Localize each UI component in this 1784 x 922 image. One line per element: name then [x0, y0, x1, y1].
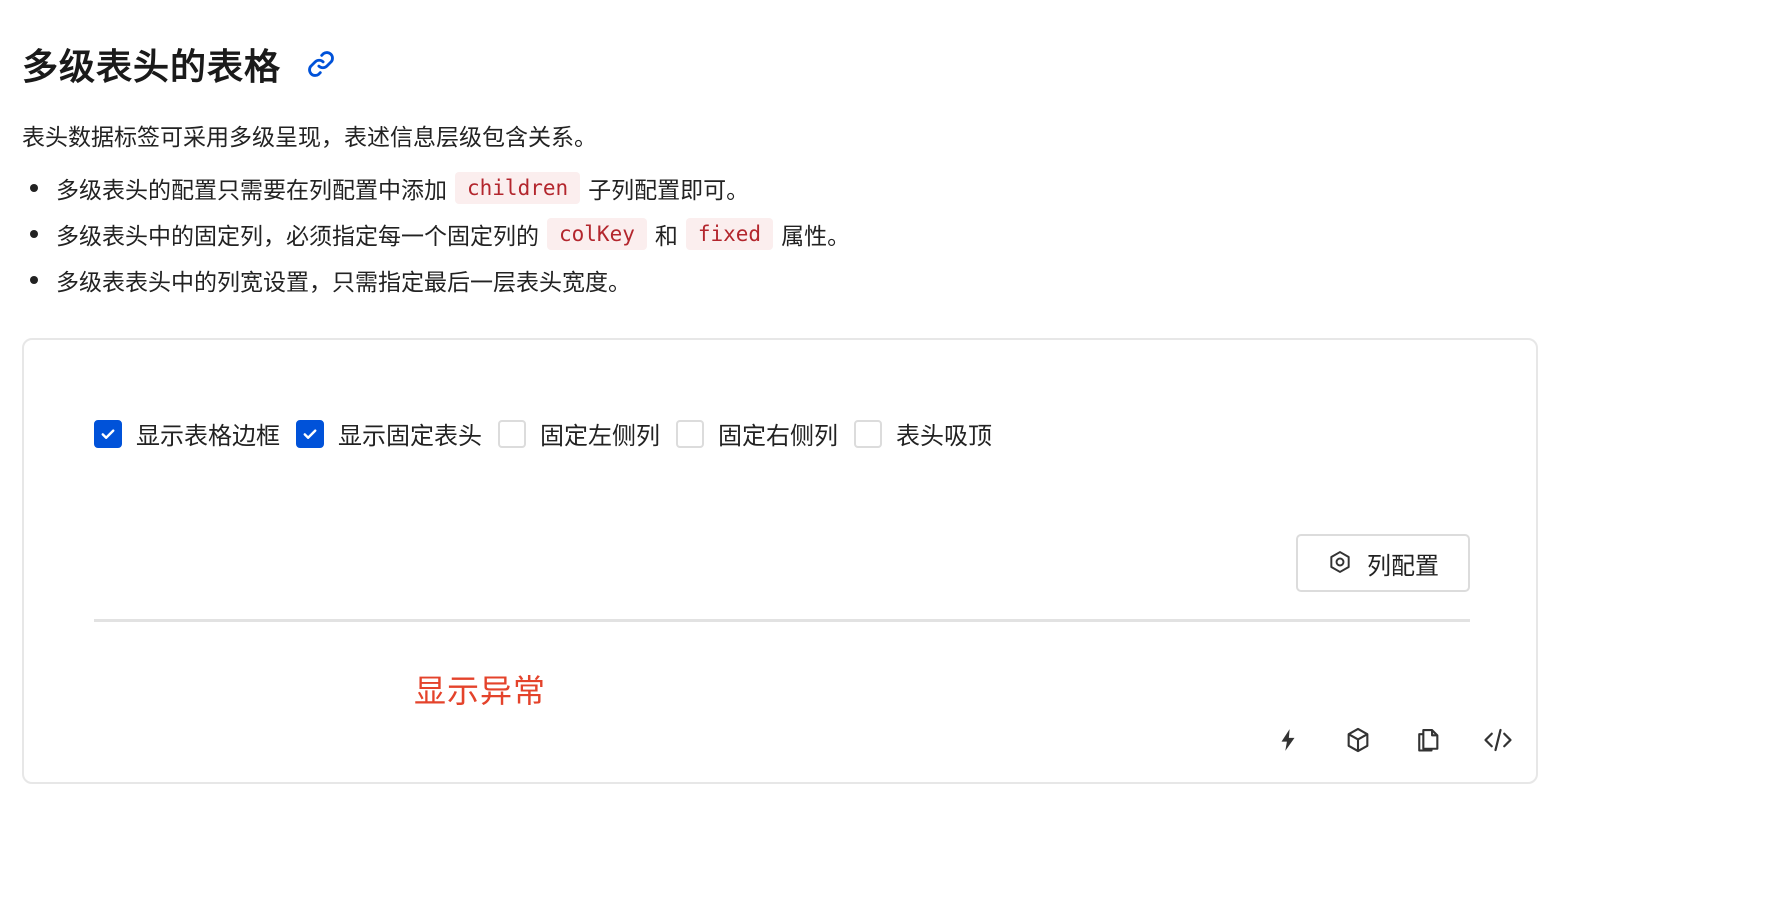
code-fixed: fixed: [685, 218, 774, 250]
bullet-dot: [30, 184, 38, 192]
bullet-text: 多级表表头中的列宽设置，只需指定最后一层表头宽度。: [56, 270, 631, 296]
checkbox-checked[interactable]: [296, 419, 324, 448]
title-row: 多级表头的表格: [22, 38, 341, 90]
bullet-text: 多级表头中的固定列，必须指定每一个固定列的: [56, 224, 539, 250]
checkbox-checked[interactable]: [94, 419, 122, 448]
list-item: 多级表头中的固定列，必须指定每一个固定列的 colKey 和 fixed 属性。: [22, 211, 850, 257]
list-item: 多级表表头中的列宽设置，只需指定最后一层表头宽度。: [22, 257, 850, 303]
description: 表头数据标签可采用多级呈现，表述信息层级包含关系。: [22, 125, 597, 151]
checkbox-unchecked[interactable]: [854, 419, 882, 448]
error-message: 显示异常: [414, 672, 547, 710]
link-icon[interactable]: [301, 44, 341, 84]
cube-icon[interactable]: [1340, 722, 1376, 758]
bullet-text: 属性。: [781, 224, 851, 250]
option-label: 固定左侧列: [540, 422, 660, 450]
checkbox-unchecked[interactable]: [498, 419, 526, 448]
bullet-text: 多级表头的配置只需要在列配置中添加: [56, 178, 447, 204]
feature-list: 多级表头的配置只需要在列配置中添加 children 子列配置即可。 多级表头中…: [22, 165, 850, 303]
table-divider: [94, 619, 1470, 622]
option-fixed-left-column[interactable]: 固定左侧列: [498, 416, 660, 451]
page-title: 多级表头的表格: [22, 47, 282, 88]
column-config-label: 列配置: [1367, 552, 1439, 580]
checkbox-unchecked[interactable]: [676, 419, 704, 448]
option-fixed-right-column[interactable]: 固定右侧列: [676, 416, 838, 451]
lightning-icon[interactable]: [1270, 722, 1306, 758]
bullet-dot: [30, 276, 38, 284]
list-item: 多级表头的配置只需要在列配置中添加 children 子列配置即可。: [22, 165, 850, 211]
option-label: 显示表格边框: [136, 422, 280, 450]
demo-toolbar: [1236, 722, 1516, 758]
option-label: 固定右侧列: [718, 422, 838, 450]
option-show-border[interactable]: 显示表格边框: [94, 416, 280, 451]
option-label: 表头吸顶: [896, 422, 992, 450]
bullet-dot: [30, 230, 38, 238]
code-children: children: [455, 172, 581, 204]
option-sticky-header[interactable]: 表头吸顶: [854, 416, 992, 451]
bullet-text: 和: [654, 224, 678, 250]
demo-card: 显示表格边框 显示固定表头 固定左侧列 固定右侧列 表头吸顶 列配置 显示异常: [22, 338, 1538, 784]
options-group: 显示表格边框 显示固定表头 固定左侧列 固定右侧列 表头吸顶: [94, 416, 1008, 451]
copy-icon[interactable]: [1410, 722, 1446, 758]
bullet-text: 子列配置即可。: [588, 178, 750, 204]
hexagon-settings-icon: [1327, 549, 1353, 578]
column-config-button[interactable]: 列配置: [1296, 534, 1470, 592]
option-label: 显示固定表头: [338, 422, 482, 450]
option-fixed-header[interactable]: 显示固定表头: [296, 416, 482, 451]
code-colkey: colKey: [547, 218, 647, 250]
code-icon[interactable]: [1480, 722, 1516, 758]
